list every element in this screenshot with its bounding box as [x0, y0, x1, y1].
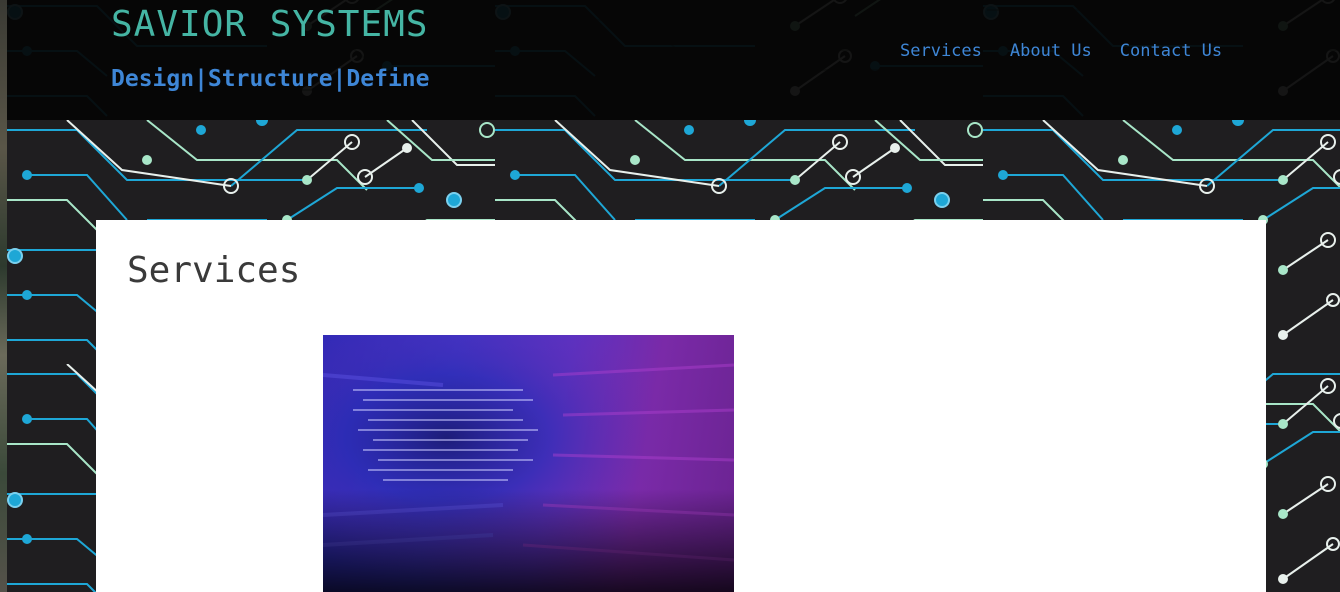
main-nav: Services About Us Contact Us	[900, 41, 1222, 61]
blurred-code-graphic	[323, 335, 734, 592]
left-edge-strip	[0, 0, 7, 592]
nav-link-services[interactable]: Services	[900, 41, 982, 61]
site-header: SAVIOR SYSTEMS Design|Structure|Define S…	[7, 0, 1340, 120]
content-card: Services	[96, 220, 1266, 592]
site-title[interactable]: SAVIOR SYSTEMS	[111, 4, 428, 45]
nav-link-contact-us[interactable]: Contact Us	[1120, 41, 1222, 61]
nav-link-about-us[interactable]: About Us	[1010, 41, 1092, 61]
page-title: Services	[127, 250, 301, 291]
site-tagline: Design|Structure|Define	[111, 66, 430, 92]
services-hero-image	[323, 335, 734, 592]
